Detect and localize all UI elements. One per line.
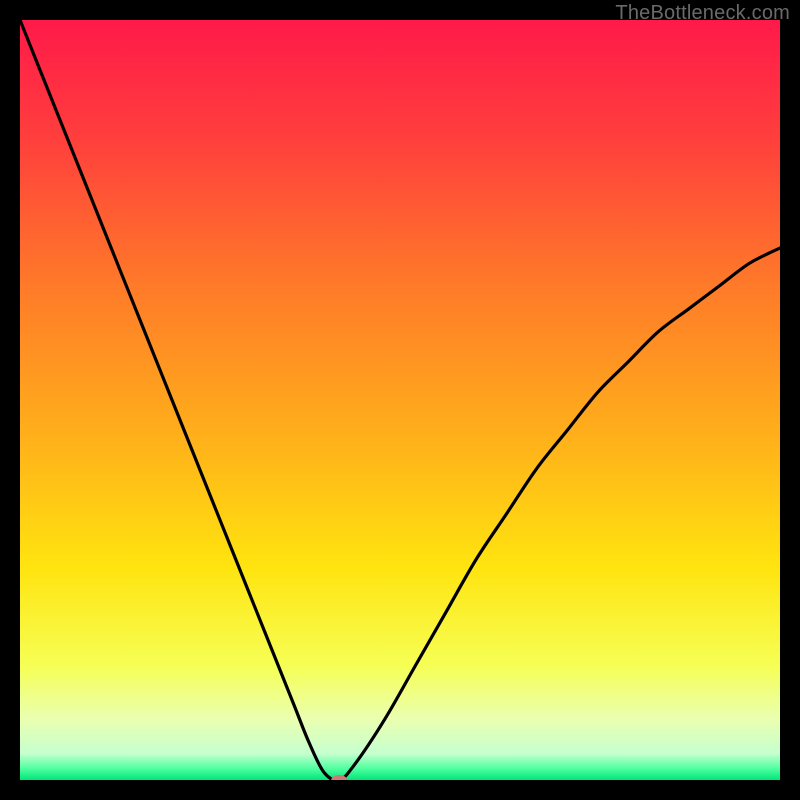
watermark-text: TheBottleneck.com [615,2,790,25]
gradient-background [20,20,780,780]
plot-area [20,20,780,780]
plot-svg [20,20,780,780]
chart-frame: TheBottleneck.com [0,0,800,800]
